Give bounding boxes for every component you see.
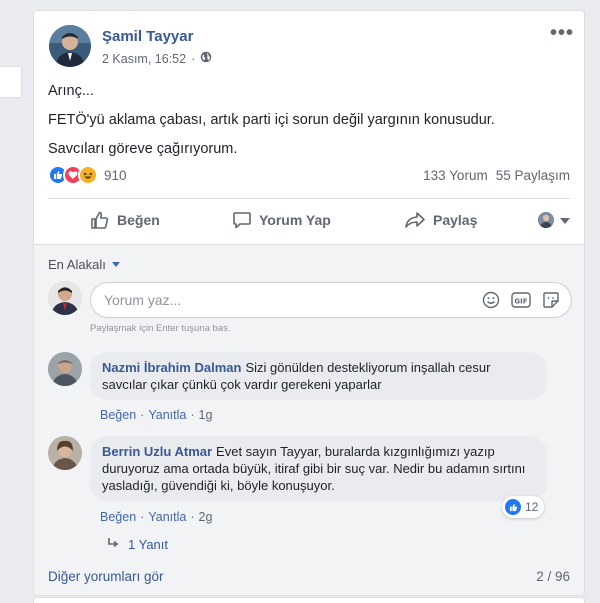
post-meta: 2 Kasım, 16:52 · — [102, 51, 212, 66]
thumbs-up-icon — [90, 210, 110, 230]
comment-reply-link[interactable]: Yanıtla — [148, 510, 186, 524]
post-line: Arınç... — [48, 83, 94, 99]
chevron-down-icon — [560, 211, 570, 229]
commenter-avatar[interactable] — [48, 436, 82, 470]
action-bar: Beğen Yorum Yap Paylaş — [48, 200, 570, 240]
comment-actions: Beğen · Yanıtla · 1g — [100, 408, 213, 422]
post-card: Şamil Tayyar 2 Kasım, 16:52 · ••• Arınç.… — [33, 10, 585, 596]
haha-reaction-icon — [78, 165, 98, 185]
more-comments-link[interactable]: Diğer yorumları gör — [48, 569, 164, 584]
gif-icon[interactable]: GIF — [511, 290, 531, 310]
commenter-name[interactable]: Nazmi İbrahim Dalman — [102, 360, 241, 375]
like-button-label: Beğen — [117, 212, 160, 228]
comment-input[interactable] — [104, 292, 464, 308]
comment-bubble: Nazmi İbrahim Dalman Sizi gönülden destek… — [90, 352, 547, 400]
comment-bubble: Berrin Uzlu Atmar Evet sayın Tayyar, bura… — [90, 436, 547, 501]
left-panel-stub — [0, 66, 22, 98]
comment-reaction-count: 12 — [525, 500, 539, 514]
comment-like-link[interactable]: Beğen — [100, 408, 136, 422]
post-text: Arınç... FETÖ'yü aklama çabası, artık pa… — [48, 81, 578, 168]
comment-count-link[interactable]: 133 Yorum — [423, 168, 488, 183]
post-as-selector[interactable] — [538, 211, 570, 229]
comments-section: En Alakalı GIF — [34, 244, 584, 595]
share-button-label: Paylaş — [433, 212, 478, 228]
author-avatar[interactable] — [49, 25, 91, 67]
comment-reaction-badge[interactable]: 12 — [502, 496, 545, 518]
divider — [48, 198, 570, 199]
user-mini-avatar — [538, 212, 554, 228]
sort-label: En Alakalı — [48, 257, 106, 272]
sticker-icon[interactable] — [541, 290, 561, 310]
composer-tools: GIF — [481, 290, 561, 310]
post-line: Savcıları göreve çağırıyorum. — [48, 141, 238, 157]
post-date[interactable]: 2 Kasım, 16:52 — [102, 52, 186, 66]
globe-icon[interactable] — [200, 51, 212, 66]
comment-pager: 2 / 96 — [536, 569, 570, 584]
comment-sort-dropdown[interactable]: En Alakalı — [48, 257, 120, 272]
reactions-summary[interactable]: 910 — [48, 165, 127, 185]
comment-icon — [232, 210, 252, 230]
comment-button[interactable]: Yorum Yap — [232, 210, 331, 230]
engagement-counts: 133 Yorum 55 Paylaşım — [423, 168, 570, 183]
caret-down-icon — [111, 262, 120, 267]
current-user-avatar — [48, 281, 82, 315]
reaction-count: 910 — [104, 167, 127, 183]
post-line: FETÖ'yü aklama çabası, artık parti içi s… — [48, 112, 495, 128]
comment-like-link[interactable]: Beğen — [100, 510, 136, 524]
comment-button-label: Yorum Yap — [259, 212, 331, 228]
composer-hint: Paylaşmak için Enter tuşuna bas. — [90, 323, 231, 334]
comment-time[interactable]: 1g — [199, 408, 213, 422]
reply-arrow-icon — [107, 537, 119, 552]
view-replies-link[interactable]: 1 Yanıt — [107, 537, 168, 552]
share-count-link[interactable]: 55 Paylaşım — [496, 168, 570, 183]
comment-reply-link[interactable]: Yanıtla — [148, 408, 186, 422]
share-arrow-icon — [404, 210, 426, 230]
like-button[interactable]: Beğen — [90, 210, 160, 230]
commenter-avatar[interactable] — [48, 352, 82, 386]
next-post-card — [33, 597, 585, 603]
comment-time[interactable]: 2g — [199, 510, 213, 524]
svg-text:GIF: GIF — [514, 298, 527, 306]
like-reaction-icon — [505, 499, 521, 515]
author-name[interactable]: Şamil Tayyar — [102, 28, 193, 45]
more-options-icon[interactable]: ••• — [550, 22, 574, 45]
comment-actions: Beğen · Yanıtla · 2g — [100, 510, 213, 524]
comment-composer[interactable]: GIF — [90, 282, 572, 318]
share-button[interactable]: Paylaş — [404, 210, 477, 230]
commenter-name[interactable]: Berrin Uzlu Atmar — [102, 444, 212, 459]
comments-footer: Diğer yorumları gör 2 / 96 — [48, 569, 570, 584]
emoji-icon[interactable] — [481, 290, 501, 310]
replies-label: 1 Yanıt — [128, 537, 168, 552]
